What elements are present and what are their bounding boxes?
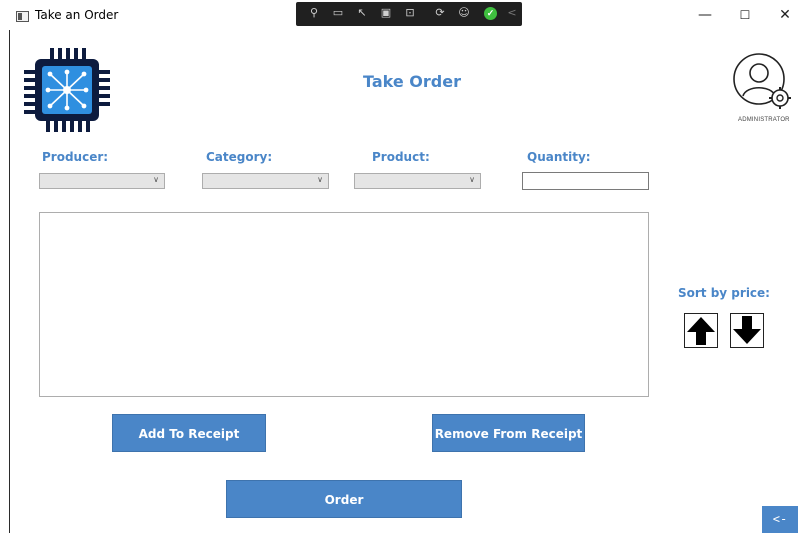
producer-select[interactable]: ∨ bbox=[39, 173, 165, 189]
chevron-down-icon: ∨ bbox=[469, 175, 475, 184]
debug-toolbar: ⚲ ▭ ↖ ▣ ⊡ ⟳ ☺ ✓ < bbox=[296, 2, 522, 26]
chevron-down-icon: ∨ bbox=[153, 175, 159, 184]
remove-from-receipt-button[interactable]: Remove From Receipt bbox=[432, 414, 585, 452]
category-select[interactable]: ∨ bbox=[202, 173, 329, 189]
sort-ascending-button[interactable] bbox=[684, 313, 718, 348]
order-button[interactable]: Order bbox=[226, 480, 462, 518]
maximize-button[interactable]: ☐ bbox=[725, 4, 765, 26]
minimize-button[interactable]: — bbox=[685, 4, 725, 26]
pointer-icon[interactable]: ↖ bbox=[356, 7, 368, 19]
cpu-chip-logo-icon bbox=[24, 48, 110, 132]
sort-by-price-label: Sort by price: bbox=[678, 286, 770, 300]
layout-icon[interactable]: ▣ bbox=[380, 7, 392, 19]
status-ok-icon[interactable]: ✓ bbox=[484, 7, 497, 20]
track-focus-icon[interactable]: ⊡ bbox=[404, 7, 416, 19]
product-select[interactable]: ∨ bbox=[354, 173, 481, 189]
close-button[interactable]: ✕ bbox=[765, 4, 798, 26]
select-element-icon[interactable]: ⚲ bbox=[308, 7, 320, 19]
product-label: Product: bbox=[372, 150, 430, 164]
add-to-receipt-button[interactable]: Add To Receipt bbox=[112, 414, 266, 452]
accessibility-icon[interactable]: ☺ bbox=[458, 7, 470, 19]
title-bar: Take an Order ⚲ ▭ ↖ ▣ ⊡ ⟳ ☺ ✓ < — ☐ ✕ bbox=[0, 0, 798, 30]
window-left-border bbox=[9, 30, 10, 533]
user-role-label: ADMINISTRATOR bbox=[738, 117, 790, 123]
collapse-toolbar-icon[interactable]: < bbox=[506, 7, 518, 19]
category-label: Category: bbox=[206, 150, 273, 164]
hot-reload-icon[interactable]: ⟳ bbox=[434, 7, 446, 19]
page-title: Take Order bbox=[363, 72, 461, 91]
admin-avatar-icon bbox=[732, 52, 794, 114]
chevron-down-icon: ∨ bbox=[317, 175, 323, 184]
back-button[interactable]: <- bbox=[762, 506, 798, 533]
arrow-up-icon bbox=[687, 317, 715, 345]
product-listbox[interactable] bbox=[39, 212, 649, 397]
take-order-window: Take an Order ⚲ ▭ ↖ ▣ ⊡ ⟳ ☺ ✓ < — ☐ ✕ Ta… bbox=[0, 0, 798, 533]
window-title: Take an Order bbox=[35, 8, 119, 22]
producer-label: Producer: bbox=[42, 150, 109, 164]
arrow-down-icon bbox=[733, 316, 761, 344]
record-icon[interactable]: ▭ bbox=[332, 7, 344, 19]
quantity-input[interactable] bbox=[522, 172, 649, 190]
quantity-label: Quantity: bbox=[527, 150, 591, 164]
sort-descending-button[interactable] bbox=[730, 313, 764, 348]
app-icon bbox=[16, 11, 29, 22]
